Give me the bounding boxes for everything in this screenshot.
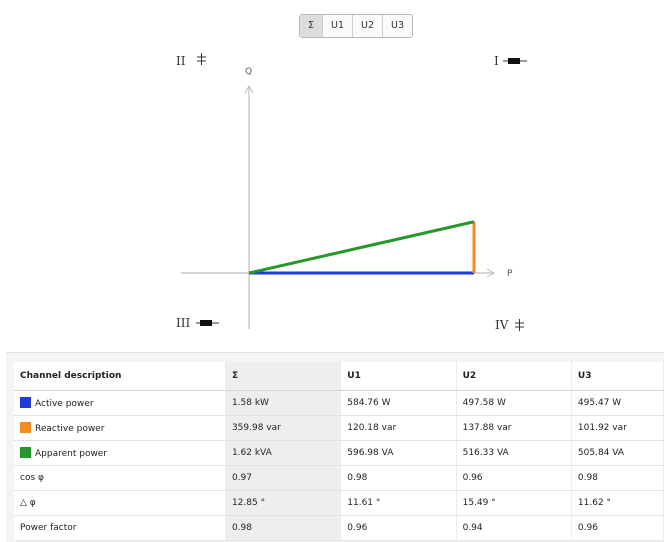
table-cell: 0.98	[340, 465, 457, 491]
table-cell: 0.97	[225, 465, 342, 491]
row-label: Apparent power	[35, 449, 108, 459]
table-cell: 0.98	[571, 465, 664, 491]
table-cell: 497.58 W	[456, 390, 572, 416]
apparent-color-swatch	[20, 447, 31, 458]
table-header-row: Channel description Σ U1 U2 U3	[14, 362, 664, 391]
table-cell: 15.49 °	[456, 490, 572, 516]
capacitor-icon	[197, 53, 206, 65]
row-label-cell: cos φ	[14, 465, 226, 491]
inductive-load-icon	[196, 320, 219, 326]
table-cell: 120.18 var	[340, 415, 457, 441]
table-row: Apparent power 1.62 kVA 596.98 VA 516.33 VA…	[14, 440, 664, 466]
column-header: U3	[571, 362, 664, 391]
table-cell: 596.98 VA	[340, 440, 457, 466]
tab-u1[interactable]: U1	[323, 15, 354, 37]
column-header: Channel description	[14, 362, 226, 391]
table-cell: 495.47 W	[571, 390, 664, 416]
row-label: △ φ	[20, 498, 36, 508]
table-row: Reactive power 359.98 var 120.18 var 137.88…	[14, 415, 664, 441]
column-header: Σ	[225, 362, 342, 391]
row-label-cell: △ φ	[14, 490, 226, 516]
inductive-load-icon	[503, 58, 527, 64]
q-axis	[244, 84, 254, 329]
table-cell: 11.61 °	[340, 490, 457, 516]
row-label: Power factor	[20, 523, 77, 533]
table-cell: 0.98	[225, 515, 342, 541]
quadrant-1-label: I	[494, 54, 499, 68]
table-cell: 0.96	[456, 465, 572, 491]
column-header: U1	[340, 362, 457, 391]
row-label-cell: Power factor	[14, 515, 226, 541]
table-cell: 12.85 °	[225, 490, 342, 516]
power-vector-diagram: I II III IV Q P	[176, 53, 527, 332]
quadrant-3-label: III	[176, 316, 190, 330]
table-cell: 1.62 kVA	[225, 440, 342, 466]
row-label-cell: Active power	[14, 390, 226, 416]
row-label: Reactive power	[35, 424, 105, 434]
capacitor-icon	[515, 319, 524, 331]
quadrant-2-label: II	[176, 54, 186, 68]
row-label: cos φ	[20, 473, 44, 483]
apparent-power-vector	[248, 220, 475, 275]
quadrant-4-label: IV	[495, 318, 509, 332]
table-row: cos φ 0.97 0.98 0.96 0.98	[14, 465, 664, 491]
channel-tabs: Σ U1 U2 U3	[299, 14, 414, 38]
table-cell: 359.98 var	[225, 415, 342, 441]
table-row: Active power 1.58 kW 584.76 W 497.58 W 495.4…	[14, 390, 664, 416]
table-cell: 0.94	[456, 515, 572, 541]
tab-u2[interactable]: U2	[353, 15, 384, 37]
tab-u3[interactable]: U3	[383, 15, 412, 37]
row-label-cell: Apparent power	[14, 440, 226, 466]
table-cell: 516.33 VA	[456, 440, 572, 466]
column-header: U2	[456, 362, 572, 391]
table-cell: 101.92 var	[571, 415, 664, 441]
table-cell: 11.62 °	[571, 490, 664, 516]
table-row: △ φ 12.85 ° 11.61 ° 15.49 ° 11.62 °	[14, 490, 664, 516]
p-axis-label: P	[507, 269, 513, 279]
table-cell: 584.76 W	[340, 390, 457, 416]
table-cell: 0.96	[571, 515, 664, 541]
table-row: Power factor 0.98 0.96 0.94 0.96	[14, 515, 664, 541]
power-table: Channel description Σ U1 U2 U3 Active po…	[14, 362, 664, 541]
row-label-cell: Reactive power	[14, 415, 226, 441]
active-color-swatch	[20, 397, 31, 408]
table-cell: 137.88 var	[456, 415, 572, 441]
table-cell: 1.58 kW	[225, 390, 342, 416]
q-axis-label: Q	[245, 67, 252, 77]
reactive-color-swatch	[20, 422, 31, 433]
table-cell: 0.96	[340, 515, 457, 541]
table-cell: 505.84 VA	[571, 440, 664, 466]
tab-sum[interactable]: Σ	[300, 15, 324, 37]
row-label: Active power	[35, 399, 94, 409]
